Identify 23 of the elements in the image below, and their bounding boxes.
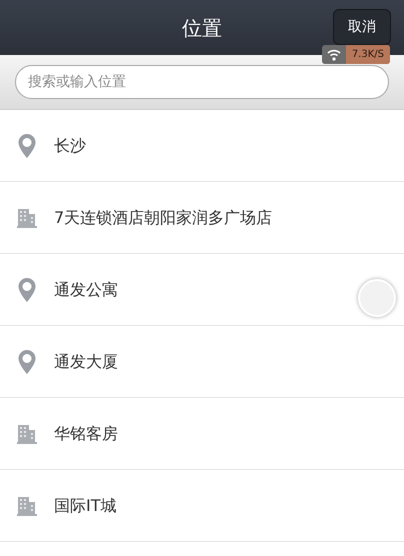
building-icon [17,496,37,516]
cancel-button[interactable]: 取消 [333,9,391,45]
map-pin-icon [17,132,37,158]
place-item[interactable]: 国际IT城 [0,470,404,542]
wifi-icon [326,48,341,60]
header-title: 位置 [182,14,222,42]
place-item[interactable]: 长沙 [0,110,404,182]
building-icon [17,208,37,228]
place-item[interactable]: 7天连锁酒店朝阳家润多广场店 [0,182,404,254]
place-item[interactable]: 通发大厦 [0,326,404,398]
place-name: 通发公寓 [54,278,118,300]
floating-touch-button[interactable] [358,279,396,317]
building-icon [17,424,37,444]
search-field[interactable]: 搜索或输入位置 [15,65,389,99]
place-name: 通发大厦 [54,350,118,372]
map-pin-icon [17,348,37,374]
place-name: 国际IT城 [54,494,116,516]
place-item[interactable]: 华铭客房 [0,398,404,470]
network-speed: 7.3K/S [346,45,390,64]
place-name: 华铭客房 [54,422,118,444]
place-name: 7天连锁酒店朝阳家润多广场店 [54,206,272,228]
map-pin-icon [17,276,37,302]
place-name: 长沙 [54,134,86,156]
